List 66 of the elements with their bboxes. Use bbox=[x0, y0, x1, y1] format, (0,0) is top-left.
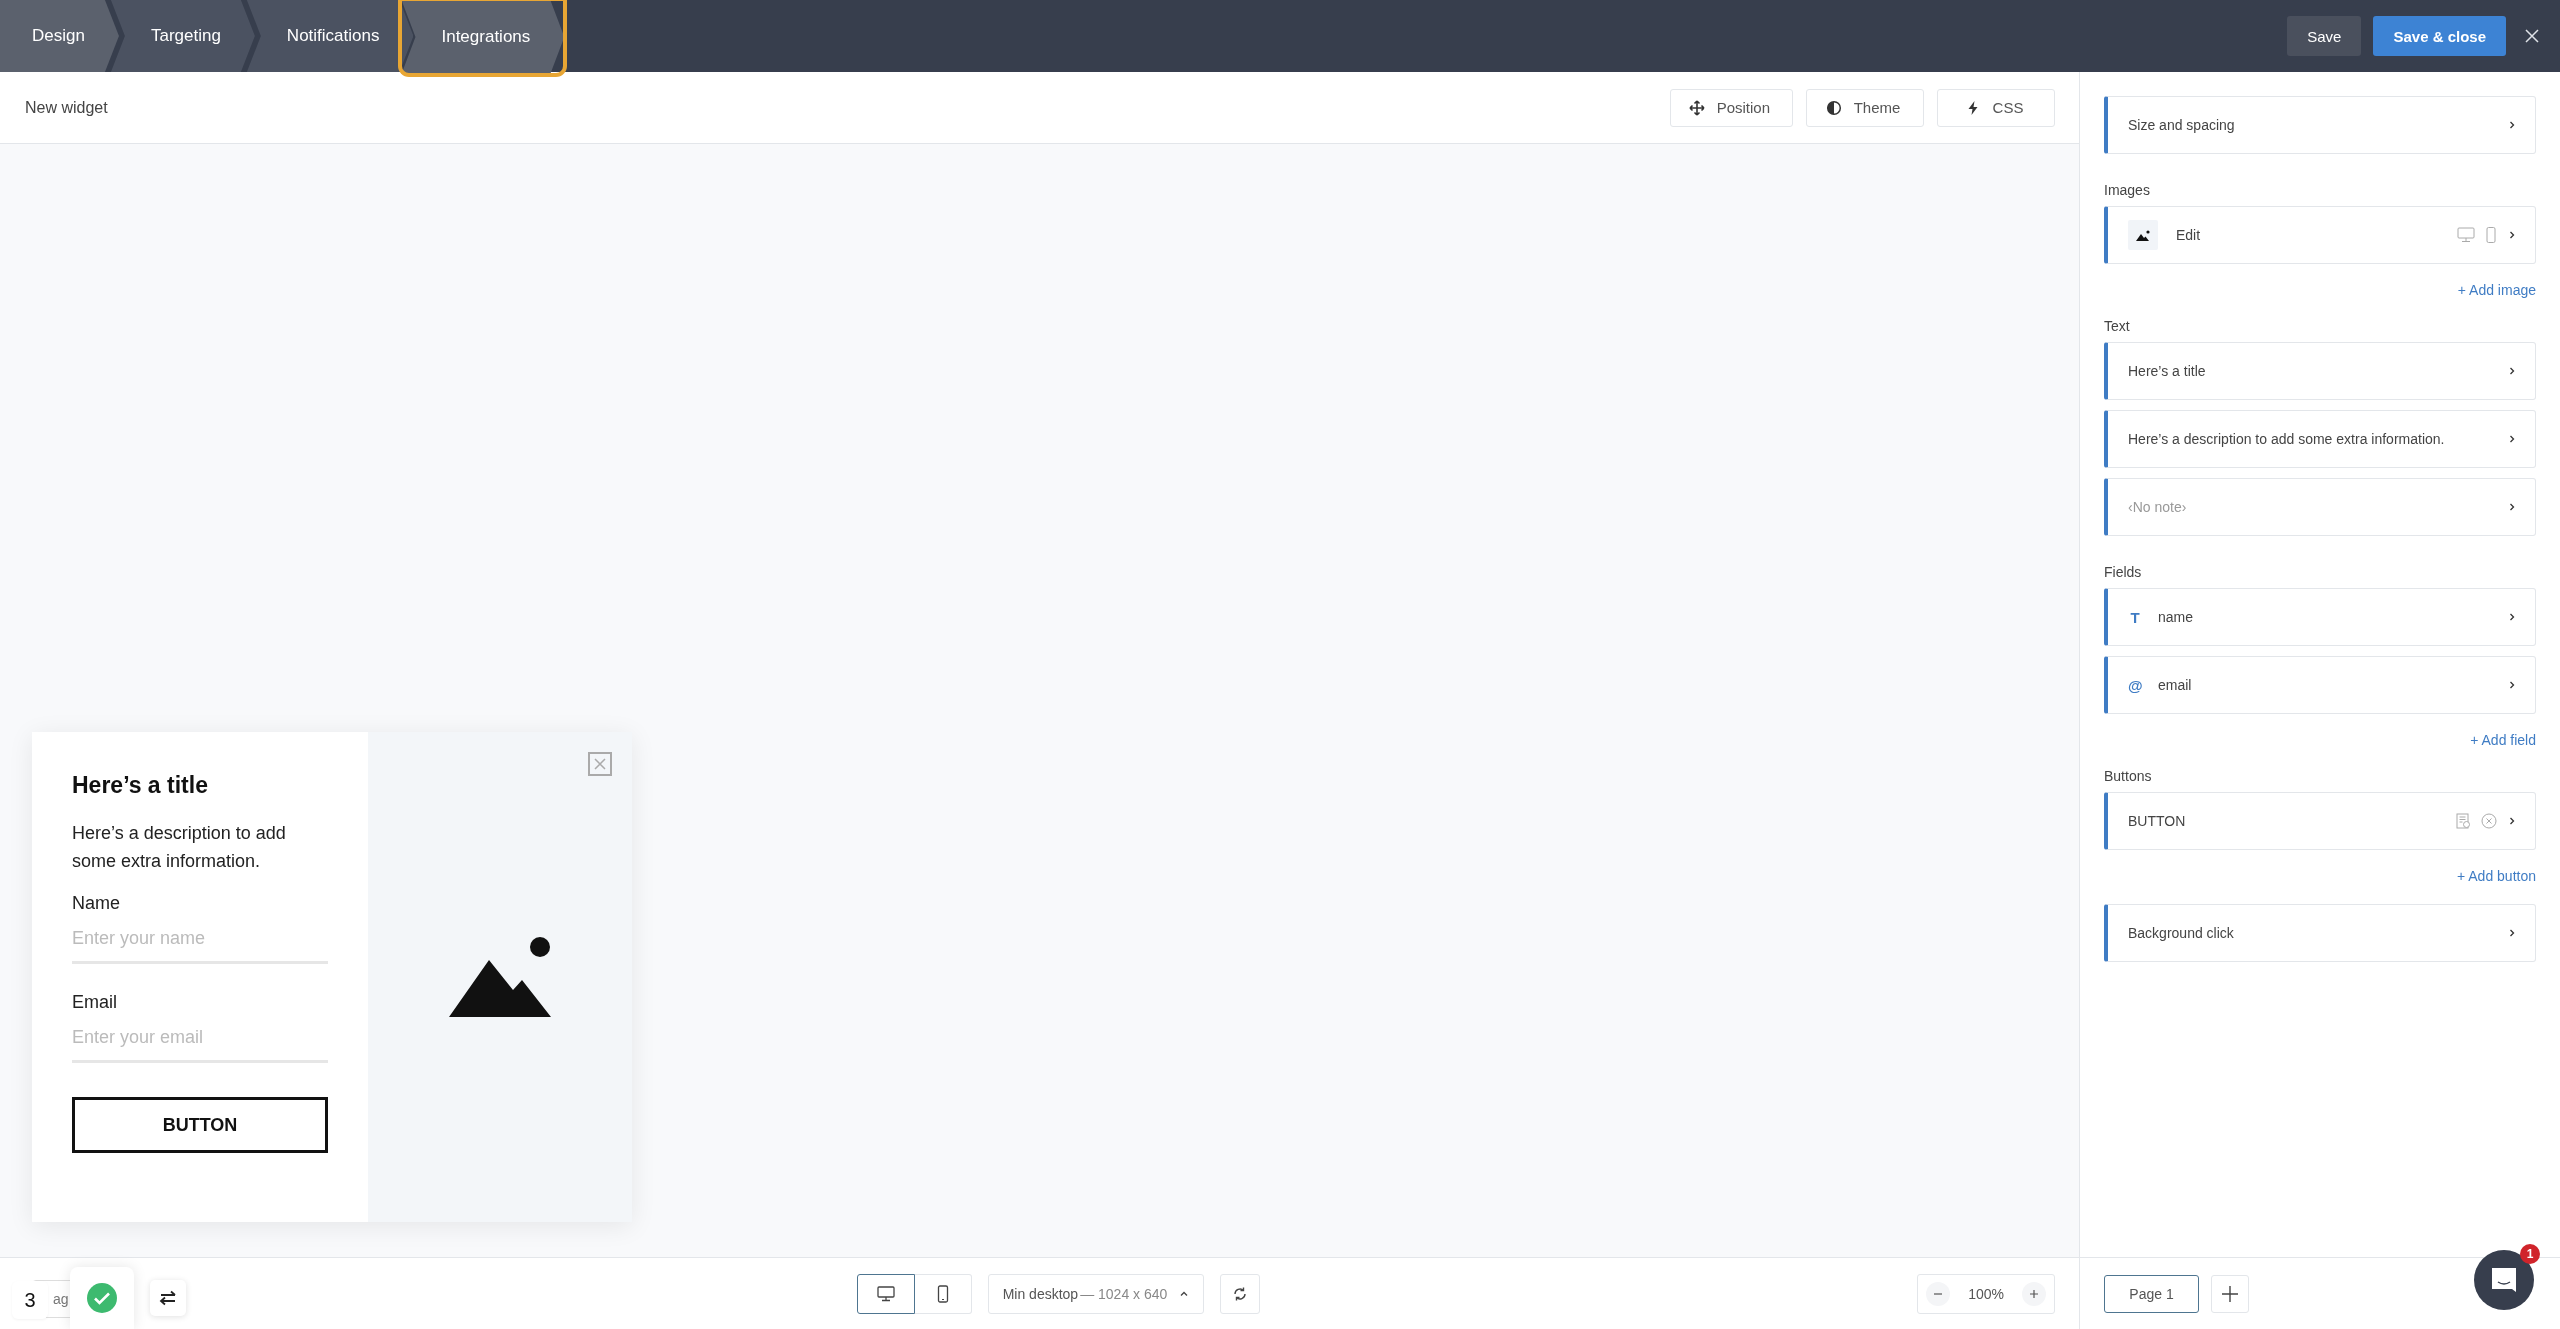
zoom-in-button[interactable] bbox=[2022, 1281, 2046, 1306]
settings-row[interactable]: T name bbox=[2104, 588, 2536, 646]
widget-name: New widget bbox=[25, 98, 109, 117]
chevron-right-icon bbox=[2507, 120, 2517, 130]
plus-icon bbox=[2221, 1284, 2239, 1303]
field-label: Email bbox=[72, 992, 118, 1013]
section-heading: Fields bbox=[2104, 564, 2143, 580]
refresh-button[interactable] bbox=[1220, 1273, 1261, 1314]
zoom-level: 100% bbox=[1968, 1285, 2004, 1302]
add-link[interactable]: + Add field bbox=[2470, 732, 2536, 748]
plus-icon bbox=[2029, 1288, 2039, 1299]
chevron-right-icon bbox=[2507, 816, 2517, 826]
mobile-icon bbox=[2485, 227, 2497, 243]
chevron-right-icon bbox=[2507, 612, 2517, 622]
add-link[interactable]: + Add image bbox=[2457, 282, 2536, 298]
chevron-right-icon bbox=[2507, 502, 2517, 512]
device-toggle[interactable] bbox=[856, 1273, 915, 1314]
settings-row[interactable]: BUTTON bbox=[2104, 792, 2536, 850]
move-icon bbox=[1688, 99, 1705, 116]
save-button[interactable]: Save bbox=[2287, 16, 2362, 56]
chevron-right-icon bbox=[2507, 434, 2517, 444]
widget-title: Here’s a title bbox=[72, 772, 209, 799]
settings-row[interactable]: Here’s a description to add some extra information. bbox=[2104, 410, 2536, 468]
section-heading: Images bbox=[2104, 182, 2151, 198]
input-field[interactable]: Enter your email bbox=[72, 1025, 328, 1063]
toolbar-button[interactable]: CSS bbox=[1937, 88, 2055, 127]
field-type-icon: @ bbox=[2128, 676, 2142, 694]
field-type-icon: T bbox=[2128, 608, 2142, 626]
settings-row[interactable]: Background click bbox=[2104, 904, 2536, 962]
zoom-out-button[interactable] bbox=[1926, 1281, 1951, 1306]
settings-row[interactable]: @ email bbox=[2104, 656, 2536, 714]
form-check-icon bbox=[2455, 813, 2471, 829]
field-label: Name bbox=[72, 893, 121, 914]
swap-icon bbox=[158, 1290, 178, 1306]
image-placeholder-icon bbox=[2136, 229, 2150, 241]
settings-row[interactable]: Edit bbox=[2104, 206, 2536, 264]
widget-button[interactable]: BUTTON bbox=[72, 1097, 328, 1153]
chevron-right-icon bbox=[2507, 680, 2517, 690]
chat-icon bbox=[2489, 1265, 2519, 1295]
desktop-icon bbox=[2457, 227, 2475, 243]
section-heading: Text bbox=[2104, 318, 2131, 334]
section-heading: Buttons bbox=[2104, 768, 2153, 784]
settings-row[interactable]: Here’s a title bbox=[2104, 342, 2536, 400]
mobile-icon bbox=[936, 1284, 949, 1303]
chat-button[interactable] bbox=[2474, 1250, 2534, 1310]
close-icon bbox=[2524, 28, 2540, 44]
chevron-right-icon bbox=[2507, 366, 2517, 376]
page-tab[interactable]: Page 1 bbox=[2104, 1274, 2199, 1313]
toolbar-button[interactable]: Position bbox=[1669, 88, 1793, 127]
save-close-button[interactable]: Save & close bbox=[2373, 16, 2506, 56]
chevron-right-icon bbox=[2507, 230, 2517, 240]
input-field[interactable]: Enter your name bbox=[72, 926, 328, 964]
contrast-icon bbox=[1825, 99, 1842, 116]
swap-button[interactable] bbox=[150, 1280, 186, 1316]
desktop-icon bbox=[876, 1285, 895, 1302]
toolbar-button[interactable]: Theme bbox=[1806, 88, 1924, 127]
add-link[interactable]: + Add button bbox=[2456, 868, 2536, 884]
close-circle-icon bbox=[2481, 813, 2497, 829]
settings-row[interactable]: Size and spacing bbox=[2104, 96, 2536, 154]
widget-description: Here’s a description to add some extra information. bbox=[72, 822, 287, 873]
check-circle-icon bbox=[86, 1282, 118, 1314]
step-count: 3 bbox=[12, 1281, 48, 1319]
viewport-dropdown[interactable]: Min desktop— 1024 x 640 bbox=[987, 1273, 1205, 1314]
image-placeholder-icon bbox=[449, 937, 551, 1017]
add-page-button[interactable] bbox=[2211, 1274, 2249, 1313]
chevron-right-icon bbox=[2507, 928, 2517, 938]
